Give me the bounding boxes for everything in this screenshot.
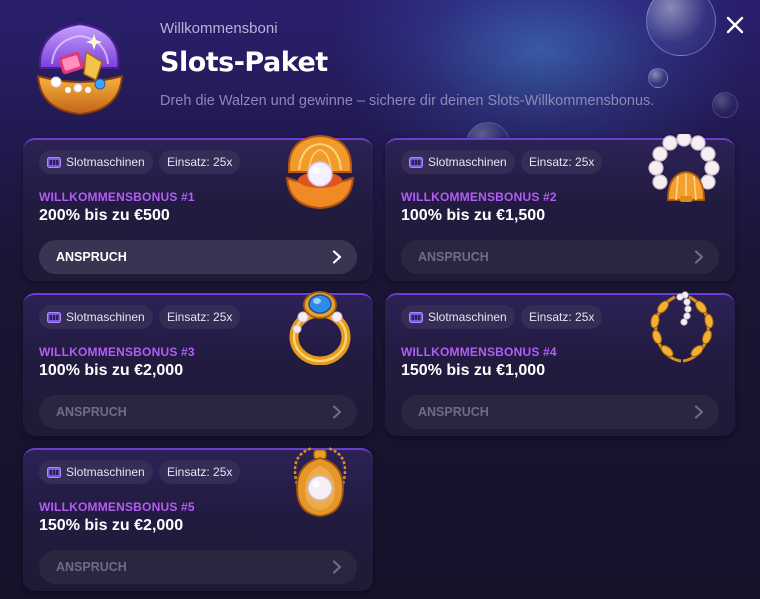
- chevron-right-icon: [332, 250, 342, 264]
- claim-button[interactable]: ANSPRUCH: [39, 395, 357, 429]
- chevron-right-icon: [694, 405, 704, 419]
- bonus-card-1: Slotmaschinen Einsatz: 25x WILLKOMMENSBO…: [23, 134, 373, 281]
- slot-machine-icon: [47, 466, 61, 478]
- claim-button[interactable]: ANSPRUCH: [39, 550, 357, 584]
- pearl-pendant-icon: [293, 446, 347, 517]
- category-tag: Slotmaschinen: [39, 460, 153, 484]
- category-label: Slotmaschinen: [66, 465, 145, 479]
- wager-label: Einsatz: 25x: [167, 155, 233, 169]
- slot-machine-icon: [47, 156, 61, 168]
- chevron-right-icon: [332, 560, 342, 574]
- slot-machine-icon: [409, 156, 423, 168]
- wager-tag: Einsatz: 25x: [521, 305, 603, 329]
- bonus-card-2: Slotmaschinen Einsatz: 25x WILLKOMMENSBO…: [385, 134, 735, 281]
- bubble-decoration: [712, 92, 738, 118]
- category-label: Slotmaschinen: [66, 155, 145, 169]
- bonus-card-4: Slotmaschinen Einsatz: 25x WILLKOMMENSBO…: [385, 291, 735, 436]
- bonus-card-3: Slotmaschinen Einsatz: 25x WILLKOMMENSBO…: [23, 291, 373, 436]
- claim-button-label: ANSPRUCH: [418, 250, 489, 264]
- claim-button[interactable]: ANSPRUCH: [401, 240, 719, 274]
- bonus-value: 200% bis zu €500: [39, 207, 170, 224]
- wager-tag: Einsatz: 25x: [159, 460, 241, 484]
- chevron-right-icon: [694, 250, 704, 264]
- category-tag: Slotmaschinen: [39, 305, 153, 329]
- bonus-label: WILLKOMMENSBONUS #3: [39, 345, 195, 359]
- bonus-label: WILLKOMMENSBONUS #5: [39, 500, 195, 514]
- claim-button-label: ANSPRUCH: [56, 560, 127, 574]
- slot-machine-icon: [47, 311, 61, 323]
- chevron-right-icon: [332, 405, 342, 419]
- bonus-card-5: Slotmaschinen Einsatz: 25x WILLKOMMENSBO…: [23, 446, 373, 591]
- pearl-shell-icon: [285, 134, 355, 210]
- bonus-value: 100% bis zu €1,500: [401, 207, 546, 224]
- category-tag: Slotmaschinen: [401, 150, 515, 174]
- claim-button[interactable]: ANSPRUCH: [401, 395, 719, 429]
- category-tag: Slotmaschinen: [401, 305, 515, 329]
- bonus-label: WILLKOMMENSBONUS #2: [401, 190, 557, 204]
- page-subtitle: Dreh die Walzen und gewinne – sichere di…: [160, 93, 655, 109]
- bonus-label: WILLKOMMENSBONUS #4: [401, 345, 557, 359]
- wager-label: Einsatz: 25x: [529, 155, 595, 169]
- category-tag: Slotmaschinen: [39, 150, 153, 174]
- bubble-decoration: [648, 68, 668, 88]
- claim-button-label: ANSPRUCH: [56, 250, 127, 264]
- claim-button-label: ANSPRUCH: [56, 405, 127, 419]
- claim-button-label: ANSPRUCH: [418, 405, 489, 419]
- slots-package-modal: Willkommensboni Slots-Paket Dreh die Wal…: [0, 0, 760, 599]
- wager-tag: Einsatz: 25x: [159, 150, 241, 174]
- category-label: Slotmaschinen: [428, 310, 507, 324]
- slot-machine-icon: [409, 311, 423, 323]
- wager-label: Einsatz: 25x: [167, 310, 233, 324]
- laurel-wreath-icon: [650, 291, 714, 363]
- category-label: Slotmaschinen: [66, 310, 145, 324]
- pearl-bracelet-icon: [648, 134, 720, 202]
- category-label: Slotmaschinen: [428, 155, 507, 169]
- section-kicker: Willkommensboni: [160, 20, 278, 37]
- bonus-value: 150% bis zu €1,000: [401, 362, 546, 379]
- treasure-shell-icon: [36, 22, 124, 116]
- bonus-value: 100% bis zu €2,000: [39, 362, 184, 379]
- bonus-value: 150% bis zu €2,000: [39, 517, 184, 534]
- sapphire-ring-icon: [289, 291, 351, 365]
- close-icon[interactable]: [724, 14, 746, 36]
- bonus-label: WILLKOMMENSBONUS #1: [39, 190, 195, 204]
- wager-label: Einsatz: 25x: [529, 310, 595, 324]
- claim-button[interactable]: ANSPRUCH: [39, 240, 357, 274]
- wager-tag: Einsatz: 25x: [159, 305, 241, 329]
- wager-tag: Einsatz: 25x: [521, 150, 603, 174]
- page-title: Slots-Paket: [160, 47, 328, 78]
- wager-label: Einsatz: 25x: [167, 465, 233, 479]
